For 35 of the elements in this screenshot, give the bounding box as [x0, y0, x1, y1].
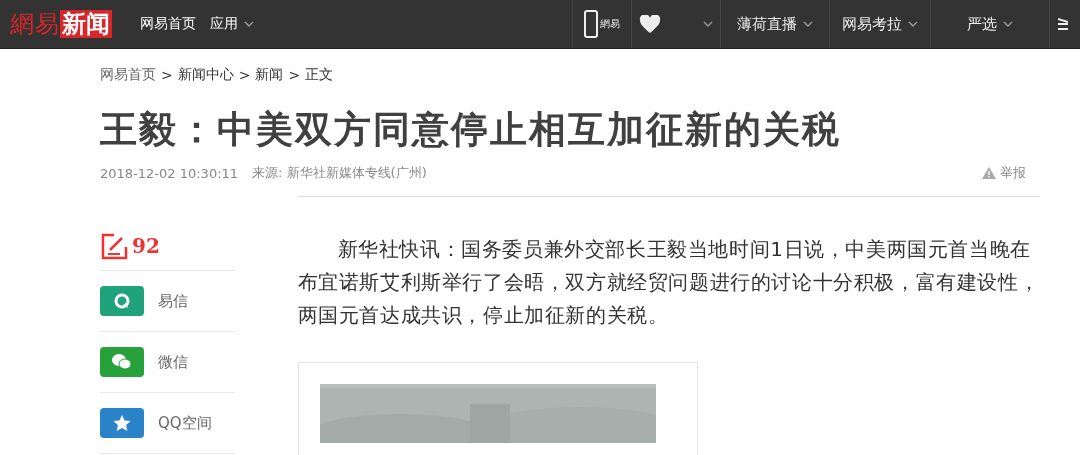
phone-icon [584, 10, 598, 38]
breadcrumb-separator: > [238, 67, 251, 83]
nav-menu[interactable]: 应用 [210, 15, 254, 33]
warning-icon [982, 167, 996, 179]
breadcrumb-separator: > [161, 67, 173, 83]
share-option[interactable]: 易信 [100, 271, 235, 332]
nav-menu[interactable]: 网易考拉 [829, 0, 930, 48]
publish-time: 2018-12-02 10:30:11 [100, 165, 239, 181]
comment-count[interactable]: 92 [100, 232, 235, 271]
share-option[interactable]: 微信 [100, 332, 235, 393]
menu-icon [1058, 15, 1068, 33]
breadcrumb-link[interactable]: 新闻 [255, 66, 284, 84]
nav-menu[interactable]: 薄荷直播 [720, 0, 829, 48]
breadcrumb-link[interactable]: 新闻中心 [177, 66, 234, 84]
mobile-app-link[interactable]: 網易 [572, 0, 631, 48]
article-title: 王毅：中美双方同意停止相互加征新的关税 [100, 107, 842, 153]
breadcrumb-link[interactable]: 正文 [305, 66, 334, 84]
share-option[interactable]: QQ空间 [100, 393, 235, 454]
star-icon [112, 414, 132, 432]
caret-icon [703, 21, 713, 27]
breadcrumb-separator: > [288, 67, 301, 83]
caret-icon [244, 21, 254, 27]
caret-icon [803, 21, 813, 27]
caret-icon [1003, 21, 1013, 27]
edit-icon [100, 232, 128, 260]
chat-bubble-icon [113, 292, 131, 310]
nav-menu[interactable]: 严选 [930, 0, 1049, 48]
heart-icon [639, 14, 661, 34]
breadcrumb-link[interactable]: 网易首页 [100, 66, 156, 84]
nav-link[interactable]: 网易首页 [140, 15, 196, 33]
report-link[interactable]: 举报 [982, 164, 1026, 182]
article-paragraph: 新华社快讯：国务委员兼外交部长王毅当地时间1日说，中美两国元首当晚在布宜诺斯艾利斯举行了会晤，双方就经贸问题进行的讨论十分积极，富有建设性，两国元首达成共识，停止加征新的关税。 [297, 236, 1040, 329]
caret-icon [908, 21, 918, 27]
wechat-icon [111, 353, 133, 371]
article-source: 来源: 新华社新媒体专线(广州) [252, 164, 427, 182]
